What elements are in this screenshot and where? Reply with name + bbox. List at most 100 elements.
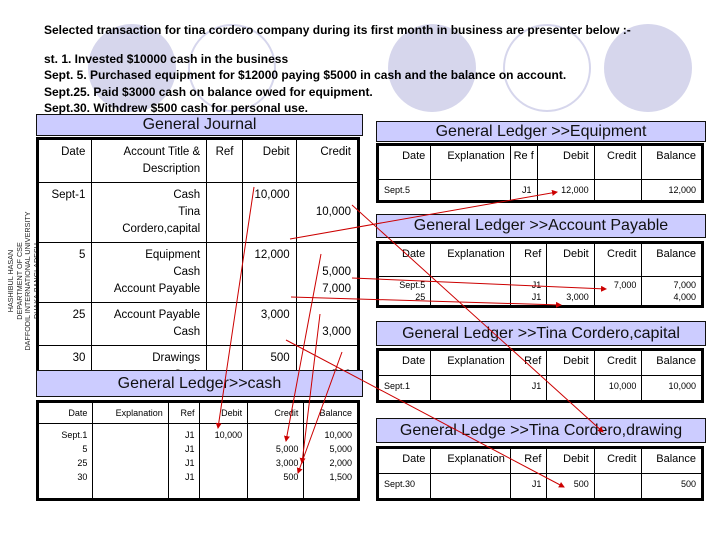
journal-row: 25 Account Payable Cash 3,000 3,000 — [36, 302, 360, 346]
col-header-balance: Balance — [641, 242, 703, 277]
cell-explanation — [430, 473, 511, 500]
col-header-explanation: Explanation — [430, 242, 511, 277]
transaction-line: Sept.25. Paid $3000 cash on balance owed… — [44, 84, 373, 99]
cash-ledger-table: Date Explanation Ref Debit Credit Balanc… — [36, 400, 360, 501]
cash-ledger-body: Sept.1 5 25 30 J1 J1 J1 J1 10,000 5,000 3,000 50… — [36, 423, 359, 500]
col-header-debit: Debit — [546, 447, 595, 474]
cell-balance: 10,000 — [641, 375, 703, 402]
entry-accounts: Equipment Cash Account Payable — [91, 242, 208, 303]
cell-date: Sept.30 — [376, 473, 432, 500]
col-header-date: Date — [376, 447, 432, 474]
col-header-debit: Debit — [546, 242, 595, 277]
entry-credit: 10,000 — [295, 182, 360, 243]
entry-debit: 3,000 — [241, 302, 297, 346]
col-header-ref: Ref — [167, 401, 201, 424]
cell-debit: 12,000 — [536, 179, 595, 202]
equipment-ledger-table: Date Explanation Re f Debit Credit Balan… — [376, 143, 704, 203]
entry-ref — [206, 302, 243, 346]
col-header-balance: Balance — [641, 144, 703, 180]
payable-ledger-table: Date Explanation Ref Debit Credit Balanc… — [376, 241, 704, 308]
cell-balance: 7,000 4,000 — [641, 276, 703, 307]
entry-date: 5 — [36, 242, 93, 303]
cell-credit — [593, 179, 643, 202]
drawing-header-row: Date Explanation Ref Debit Credit Balanc… — [376, 447, 703, 474]
col-header-debit: Debit — [241, 138, 297, 183]
col-header-balance: Balance — [641, 447, 703, 474]
col-header-explanation: Explanation — [430, 349, 511, 376]
cash-ledger-title: General Ledger>>cash — [36, 370, 363, 397]
cell-date: Sept.1 — [376, 375, 432, 402]
col-header-credit: Credit — [593, 447, 643, 474]
cell-debit: 3,000 — [546, 276, 595, 307]
cash-ledger-header-row: Date Explanation Ref Debit Credit Balanc… — [36, 401, 359, 424]
col-header-date: Date — [376, 349, 432, 376]
entry-accounts: Cash Tina Cordero,capital — [91, 182, 208, 243]
cell-ref: J1 — [509, 179, 538, 202]
transaction-line: Sept. 5. Purchased equipment for $12000 … — [44, 68, 567, 82]
journal-row: Sept-1 Cash Tina Cordero,capital 10,000 10… — [36, 182, 360, 243]
cell-credit: 7,000 — [593, 276, 643, 307]
cell-ref: J1 J1 — [509, 276, 548, 307]
entry-credit: 5,000 7,000 — [295, 242, 360, 303]
cell-dates: Sept.5 25 — [376, 276, 432, 307]
entry-date: 25 — [36, 302, 93, 346]
journal-header-row: Date Account Title & Description Ref Deb… — [36, 138, 360, 183]
debit-cell: 10,000 — [199, 423, 249, 500]
col-header-account: Account Title & Description — [91, 138, 208, 183]
col-header-ref: Ref — [509, 447, 548, 474]
capital-ledger-table: Date Explanation Ref Debit Credit Balanc… — [376, 348, 704, 403]
drawing-row: Sept.30 J1 500 500 — [376, 473, 703, 500]
col-header-explanation: Explanation — [430, 447, 511, 474]
equipment-ledger-title: General Ledger >>Equipment — [376, 121, 706, 142]
capital-header-row: Date Explanation Ref Debit Credit Balanc… — [376, 349, 703, 376]
col-header-debit: Debit — [199, 401, 249, 424]
entry-ref — [206, 182, 243, 243]
col-header-ref: Ref — [206, 138, 243, 183]
payable-body: Sept.5 25 J1 J1 3,000 7,000 7,000 4,000 — [376, 276, 703, 307]
explanation-cell — [92, 423, 169, 500]
col-header-date: Date — [36, 138, 93, 183]
cell-debit — [546, 375, 595, 402]
cell-credit — [593, 473, 643, 500]
transactions-intro: Selected transaction for tina cordero co… — [44, 22, 724, 117]
journal-title: General Journal — [36, 114, 363, 136]
entry-credit: 3,000 — [295, 302, 360, 346]
entry-debit: 10,000 — [241, 182, 297, 243]
col-header-ref: Re f — [509, 144, 538, 180]
cell-ref: J1 — [509, 375, 548, 402]
cell-explanation — [430, 375, 511, 402]
equipment-row: Sept.5 J1 12,000 12,000 — [376, 179, 703, 202]
cell-debit: 500 — [546, 473, 595, 500]
journal-table: Date Account Title & Description Ref Deb… — [36, 137, 360, 391]
cell-ref: J1 — [509, 473, 548, 500]
col-header-debit: Debit — [546, 349, 595, 376]
col-header-credit: Credit — [593, 144, 643, 180]
col-header-ref: Ref — [509, 349, 548, 376]
col-header-debit: Debit — [536, 144, 595, 180]
payable-header-row: Date Explanation Ref Debit Credit Balanc… — [376, 242, 703, 277]
col-header-date: Date — [36, 401, 94, 424]
transaction-line: st. 1. Invested $10000 cash in the busin… — [44, 51, 289, 66]
col-header-explanation: Explanation — [430, 144, 511, 180]
col-header-ref: Ref — [509, 242, 548, 277]
balance-cell: 10,000 5,000 2,000 1,500 — [303, 423, 359, 500]
col-header-credit: Credit — [593, 242, 643, 277]
entry-accounts: Account Payable Cash — [91, 302, 208, 346]
cell-explanation — [430, 179, 511, 202]
entry-ref — [206, 242, 243, 303]
col-header-credit: Credit — [247, 401, 305, 424]
col-header-credit: Credit — [593, 349, 643, 376]
equipment-header-row: Date Explanation Re f Debit Credit Balan… — [376, 144, 703, 180]
ref-cell: J1 J1 J1 J1 — [167, 423, 201, 500]
col-header-balance: Balance — [641, 349, 703, 376]
cell-explanation — [430, 276, 511, 307]
payable-ledger-title: General Ledger >>Account Payable — [376, 214, 706, 238]
journal-row: 5 Equipment Cash Account Payable 12,000 5,… — [36, 242, 360, 303]
col-header-credit: Credit — [295, 138, 360, 183]
cell-balance: 12,000 — [641, 179, 703, 202]
drawing-ledger-table: Date Explanation Ref Debit Credit Balanc… — [376, 446, 704, 501]
col-header-explanation: Explanation — [92, 401, 169, 424]
col-header-date: Date — [376, 144, 432, 180]
cell-credit: 10,000 — [593, 375, 643, 402]
intro-heading: Selected transaction for tina cordero co… — [44, 23, 631, 37]
